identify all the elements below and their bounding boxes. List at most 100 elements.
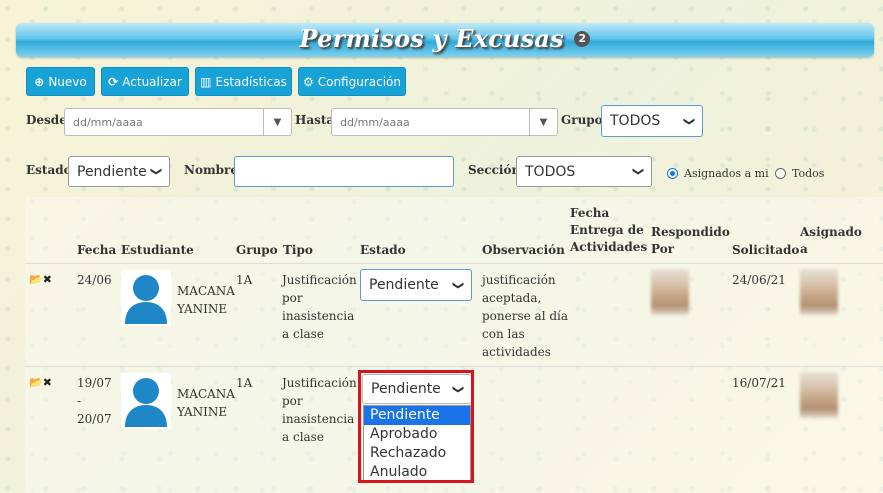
row2-nombre-l1: MACANA [177,387,235,401]
row1-nombre-l2: YANINE [177,302,228,316]
row1-obs-l3: ponerse al día [482,309,569,323]
row1-tipo-l4: a clase [282,327,324,341]
row2-tipo-l4: a clase [282,430,324,444]
hasta-dropdown-arrow-icon[interactable]: ▼ [529,109,557,135]
radio-asignados-label: Asignados a mi [684,167,769,180]
seccion-label: Sección [468,163,521,177]
row2-estudiante: MACANA YANINE [177,385,235,421]
row1-estado-value: Pendiente [369,277,439,293]
radio-todos[interactable]: Todos [775,167,824,180]
row1-tipo-l2: por [282,291,303,305]
row2-tipo-l2: por [282,394,303,408]
col-grupo: Grupo [236,243,278,257]
row1-estado-select[interactable]: Pendiente ❯ [360,269,472,301]
asignado-a-photo [800,269,838,315]
close-icon[interactable]: ✖ [43,376,52,389]
gear-icon: ⚙ [302,74,314,89]
header-divider [25,263,883,264]
row1-solicitado: 24/06/21 [732,273,786,287]
estado-select[interactable]: Pendiente ❯ [68,156,170,187]
row2-tipo-l3: inasistencia [282,412,355,426]
col-solicitado: Solicitado [732,243,800,257]
row2-solicitado: 16/07/21 [732,376,786,390]
refresh-icon: ⟳ [108,74,119,89]
col-asignado-l2: a [800,242,808,256]
user-silhouette-icon [125,275,167,324]
radio-checked-icon[interactable] [667,168,678,179]
row1-obs-l1: justificación [482,273,556,287]
row2-fecha-l3: 20/07 [77,412,112,426]
row1-fecha: 24/06 [77,273,112,287]
hasta-label: Hasta [295,113,335,127]
row1-obs-l4: con las [482,327,525,341]
actualizar-button[interactable]: ⟳ Actualizar [101,67,189,96]
row2-tipo: Justificación por inasistencia a clase [282,374,357,446]
estadisticas-button[interactable]: ▥ Estadísticas [195,67,292,96]
estado-label: Estado [26,163,72,177]
table-row-actions: 📂✖ [29,273,52,286]
hasta-placeholder: dd/mm/aaaa [340,115,410,129]
col-entrega: Fecha Entrega de Actividades [570,205,647,256]
close-icon[interactable]: ✖ [43,273,52,286]
col-fecha: Fecha [77,243,117,257]
grupo-label: Grupo [561,113,603,127]
configuracion-label: Configuración [317,74,402,89]
chevron-down-icon: ❯ [149,166,163,177]
desde-dropdown-arrow-icon[interactable]: ▼ [263,109,291,135]
student-avatar [121,373,171,429]
estado-value: Pendiente [77,163,147,180]
folder-open-icon[interactable]: 📂 [29,376,43,389]
row1-obs-l2: aceptada, [482,291,542,305]
row-divider [25,366,883,367]
grupo-value: TODOS [610,113,661,129]
grupo-select[interactable]: TODOS ❯ [601,105,703,137]
estadisticas-label: Estadísticas [215,74,287,89]
count-badge: 2 [574,30,591,47]
highlight-box [358,370,474,483]
nuevo-button[interactable]: ⊕ Nuevo [26,67,95,96]
desde-label: Desde [26,113,67,127]
plus-circle-icon: ⊕ [34,74,45,89]
seccion-select[interactable]: TODOS ❯ [516,156,652,187]
row1-nombre-l1: MACANA [177,284,235,298]
col-asignado-l1: Asignado [800,225,862,239]
row2-nombre-l2: YANINE [177,405,228,419]
respondido-por-photo [651,269,689,315]
actualizar-label: Actualizar [122,74,182,89]
col-respondido: Respondido Por [651,224,730,258]
row2-tipo-l1: Justificación [282,376,357,390]
row2-fecha-l1: 19/07 [77,376,112,390]
row1-estudiante: MACANA YANINE [177,282,235,318]
page-title: Permisos y Excusas 2 [16,24,874,53]
hasta-date-input[interactable]: dd/mm/aaaa ▼ [331,108,558,136]
asignado-a-photo [800,372,838,418]
col-estudiante: Estudiante [121,243,194,257]
folder-open-icon[interactable]: 📂 [29,273,43,286]
bar-chart-icon: ▥ [200,74,212,89]
configuracion-button[interactable]: ⚙ Configuración [298,67,406,96]
table-row-actions: 📂✖ [29,376,52,389]
col-observacion: Observación [482,243,565,257]
col-respondido-l1: Respondido [651,225,730,239]
radio-todos-label: Todos [792,167,825,180]
col-entrega-l3: Actividades [570,240,648,254]
nuevo-label: Nuevo [48,74,87,89]
row1-tipo-l3: inasistencia [282,309,355,323]
desde-date-input[interactable]: dd/mm/aaaa ▼ [64,108,292,136]
nombre-input[interactable] [234,156,454,187]
col-asignado: Asignado a [800,224,862,258]
col-tipo: Tipo [283,243,313,257]
chevron-down-icon: ❯ [451,280,465,290]
seccion-value: TODOS [525,163,576,180]
page-title-text: Permisos y Excusas [299,24,564,53]
nombre-label: Nombre [184,163,239,177]
col-estado: Estado [360,243,406,257]
row1-tipo: Justificación por inasistencia a clase [282,271,357,343]
chevron-down-icon: ❯ [682,116,696,126]
radio-unchecked-icon[interactable] [775,168,786,179]
user-silhouette-icon [125,378,167,427]
col-entrega-l2: Entrega de [570,223,644,237]
desde-placeholder: dd/mm/aaaa [73,115,143,129]
row1-grupo: 1A [236,273,253,287]
radio-asignados[interactable]: Asignados a mi [667,167,769,180]
